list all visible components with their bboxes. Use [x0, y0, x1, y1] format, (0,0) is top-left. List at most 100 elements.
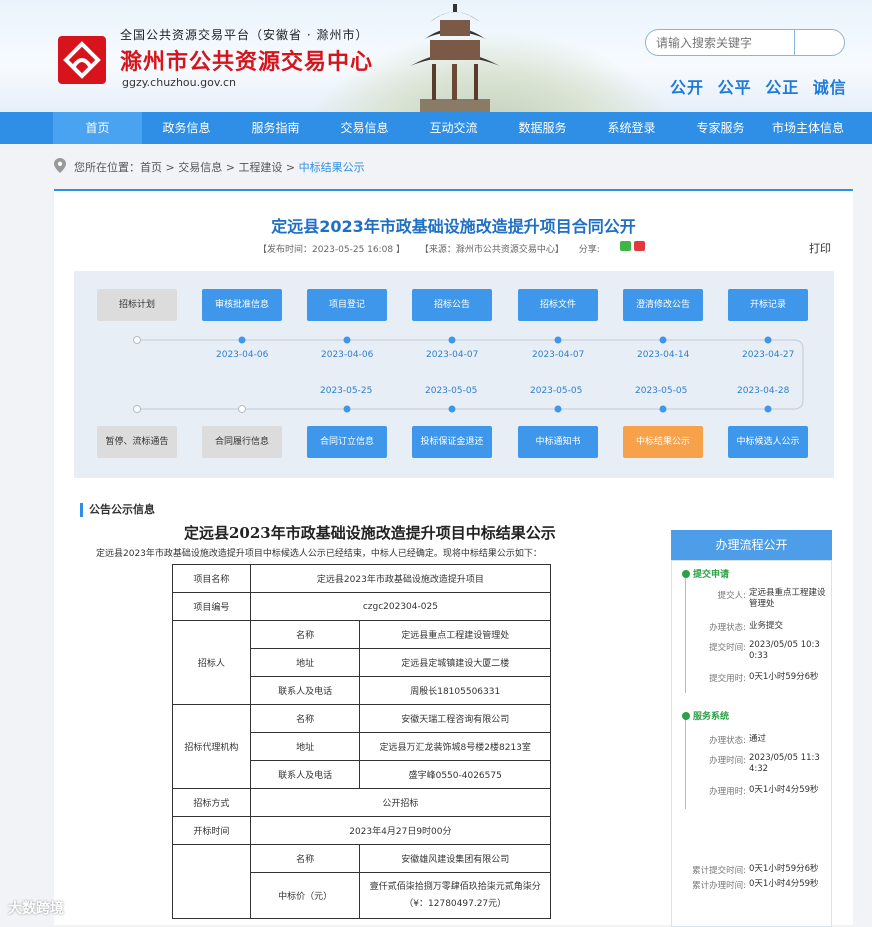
step-dot-icon [682, 570, 690, 578]
flow-node [133, 336, 141, 344]
announcement-title: 定远县2023年市政基础设施改造提升项目中标结果公示 [184, 524, 556, 542]
content-panel: 定远县2023年市政基础设施改造提升项目合同公开 【发布时间：2023-05-2… [54, 189, 853, 927]
nav-item-service-guide[interactable]: 服务指南 [231, 112, 320, 144]
site-header: 全国公共资源交易平台（安徽省 · 滁州市） 滁州市公共资源交易中心 ggzy.c… [0, 0, 872, 112]
process-step-submit: 提交申请 [682, 567, 729, 580]
cell-value: 定远县万汇龙装饰城8号楼2楼8213室 [359, 732, 551, 761]
nav-item-login[interactable]: 系统登录 [587, 112, 676, 144]
wechat-share-icon[interactable] [620, 241, 631, 251]
flow-date: 2023-04-27 [742, 350, 795, 360]
cell-label: 联系人及电话 [249, 760, 361, 789]
flow-step-contract-sign[interactable]: 合同订立信息 [307, 426, 387, 458]
site-title: 滁州市公共资源交易中心 [120, 49, 374, 75]
table-row: 名称 安徽雄风建设集团有限公司 [172, 844, 551, 919]
cell-value: 2023年4月27日9时00分 [249, 816, 552, 845]
breadcrumb-sep: > [282, 161, 299, 174]
flow-node [343, 405, 351, 413]
flow-node [659, 336, 667, 344]
table-row: 项目编号 czgc202304-025 [172, 592, 552, 621]
nav-item-data-service[interactable]: 数据服务 [498, 112, 587, 144]
cell-label: 项目编号 [172, 592, 251, 621]
flow-node [554, 405, 562, 413]
cell-value: 周殷长18105506331 [359, 676, 551, 705]
table-row: 项目名称 定远县2023年市政基础设施改造提升项目 [172, 564, 552, 593]
pavilion-icon [410, 4, 500, 112]
nav-item-expert[interactable]: 专家服务 [676, 112, 765, 144]
flow-step-clarification[interactable]: 澄清修改公告 [623, 289, 703, 321]
cell-label: 名称 [249, 844, 361, 873]
section-label: 公告公示信息 [80, 503, 155, 517]
cell-label: 地址 [249, 732, 361, 761]
row-label: 办理用时: [709, 787, 746, 797]
flow-date: 2023-05-25 [320, 386, 373, 396]
row-value: 定远县重点工程建设管理处 [749, 588, 826, 609]
breadcrumb-current[interactable]: 中标结果公示 [299, 161, 365, 174]
search-button[interactable] [795, 30, 844, 55]
flow-node [238, 405, 246, 413]
row-label: 办理状态: [709, 736, 746, 746]
slogan: 公开 公平 公正 诚信 [670, 74, 854, 98]
flow-step-contract-perform[interactable]: 合同履行信息 [202, 426, 282, 458]
nav-item-market-entity[interactable]: 市场主体信息 [765, 112, 851, 144]
flow-node [448, 336, 456, 344]
cell-value: 安徽雄风建设集团有限公司 [359, 844, 551, 873]
publish-time: 【发布时间：2023-05-25 16:08 】 [258, 245, 405, 255]
table-row: 开标时间 2023年4月27日9时00分 [172, 816, 552, 845]
nav-item-trade-info[interactable]: 交易信息 [320, 112, 409, 144]
breadcrumb-prefix: 您所在位置： [74, 161, 140, 174]
flow-step-award-notice[interactable]: 中标通知书 [518, 426, 598, 458]
weibo-share-icon[interactable] [634, 241, 645, 251]
nav-item-government[interactable]: 政务信息 [142, 112, 231, 144]
flow-step-tender-doc[interactable]: 招标文件 [518, 289, 598, 321]
flow-node [133, 405, 141, 413]
article-source: 【来源：滁州市公共资源交易中心】 [419, 245, 564, 255]
table-row: 招标人 名称 定远县重点工程建设管理处 [172, 620, 551, 705]
cell-label: 联系人及电话 [249, 676, 361, 705]
share-label: 分享: [578, 245, 600, 255]
slogan-2: 公平 [717, 78, 752, 97]
nav-item-home[interactable]: 首页 [53, 112, 142, 144]
flow-step-suspend[interactable]: 暂停、流标通告 [97, 426, 177, 458]
slogan-4: 诚信 [812, 78, 847, 97]
site-url: ggzy.chuzhou.gov.cn [122, 76, 236, 89]
announcement-intro: 定远县2023年市政基础设施改造提升项目中标候选人公示已经结束，中标人已经确定。… [96, 549, 542, 559]
flow-step-deposit-refund[interactable]: 投标保证金退还 [412, 426, 492, 458]
step-dot-icon [682, 712, 690, 720]
slogan-3: 公正 [765, 78, 800, 97]
row-label: 办理时间: [709, 756, 746, 766]
result-table: 项目名称 定远县2023年市政基础设施改造提升项目 项目编号 czgc20230… [172, 564, 552, 919]
row-label: 办理状态: [709, 623, 746, 633]
row-value: 2023/05/05 11:34:32 [749, 753, 820, 774]
cell-value: 定远县2023年市政基础设施改造提升项目 [249, 564, 552, 593]
flow-node [554, 336, 562, 344]
nav-item-interaction[interactable]: 互动交流 [409, 112, 498, 144]
search-input[interactable] [656, 34, 791, 52]
row-label: 提交用时: [709, 674, 746, 684]
flow-step-award-result[interactable]: 中标结果公示 [623, 426, 703, 458]
cell-label: 地址 [249, 648, 361, 677]
breadcrumb-trade[interactable]: 交易信息 [178, 161, 222, 174]
flow-step-registration[interactable]: 项目登记 [307, 289, 387, 321]
flow-step-approval[interactable]: 审核批准信息 [202, 289, 282, 321]
flow-date: 2023-05-05 [530, 386, 583, 396]
total-value: 0天1小时59分6秒 [749, 864, 819, 874]
process-step-system: 服务系统 [682, 709, 729, 722]
breadcrumb-sep: > [162, 161, 179, 174]
location-pin-icon [54, 158, 66, 173]
cell-label: 名称 [249, 704, 361, 733]
flow-step-bid-opening[interactable]: 开标记录 [728, 289, 808, 321]
flow-node [343, 336, 351, 344]
print-button[interactable]: 打印 [809, 240, 831, 256]
flow-step-tender-plan[interactable]: 招标计划 [97, 289, 177, 321]
cell-label: 招标人 [172, 620, 251, 705]
row-value: 2023/05/05 10:30:33 [749, 640, 820, 661]
process-title: 办理流程公开 [671, 530, 832, 560]
breadcrumb-engineering[interactable]: 工程建设 [238, 161, 282, 174]
flow-step-candidate[interactable]: 中标候选人公示 [728, 426, 808, 458]
slogan-1: 公开 [670, 78, 705, 97]
process-body: 提交申请 提交人: 定远县重点工程建设管理处 办理状态: 业务提交 提交时间: … [671, 560, 832, 927]
step-name: 提交申请 [693, 570, 730, 580]
cell-label: 项目名称 [172, 564, 251, 593]
breadcrumb-home[interactable]: 首页 [140, 161, 162, 174]
flow-step-tender-notice[interactable]: 招标公告 [412, 289, 492, 321]
